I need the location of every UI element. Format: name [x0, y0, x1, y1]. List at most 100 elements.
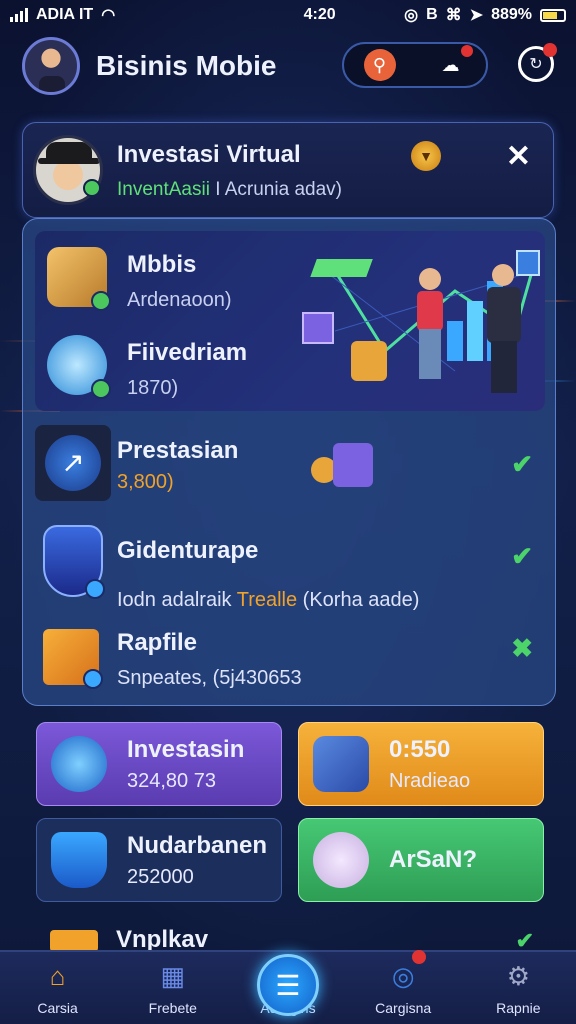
tile-title: 0:550	[389, 735, 451, 763]
battery-icon	[539, 8, 566, 22]
shield-icon	[43, 525, 105, 599]
nav-item-globe[interactable]: ◎ Cargisna	[348, 950, 458, 1016]
main-panel: Mbbis Ardenaoon) Fiivedriam 1870) ↗ Pres…	[22, 218, 556, 706]
close-button[interactable]: ✕	[506, 139, 531, 174]
nfc-icon: ⌘	[445, 7, 462, 24]
tile-text: ArSaN?	[389, 846, 477, 874]
dollar-icon	[51, 736, 107, 792]
app-header: Bisinis Mobie ⚲ ☁ ↻	[0, 30, 576, 102]
nav-label: Cargisna	[375, 1000, 432, 1016]
tile-value: Nradieao	[389, 769, 471, 792]
status-bar: ADIA IT ◠ 4:20 ◎ B ⌘ ➤ 889%	[0, 0, 576, 30]
briefcase-icon	[47, 247, 111, 311]
shield-check-icon	[51, 832, 107, 888]
hero-item-text: Mbbis Ardenaoon)	[107, 247, 232, 312]
list-item-title: Rapfile	[117, 629, 198, 656]
cloud-notification-icon[interactable]: ☁	[435, 45, 473, 81]
check-icon: ✔	[511, 541, 533, 571]
notification-badge	[460, 45, 473, 57]
check-icon: ✔	[511, 449, 533, 479]
badge-icon	[91, 379, 111, 399]
profile-subtitle-rest: I Acrunia adav)	[209, 179, 342, 200]
profile-card: Investasi Virtual InventAasii I Acrunia …	[22, 122, 554, 218]
app-title: Bisinis Mobie	[96, 50, 277, 81]
book-icon	[47, 335, 111, 399]
wifi-icon: ◠	[101, 7, 116, 24]
hero-item-value: Ardenaoon)	[127, 289, 232, 311]
badge-icon	[85, 579, 105, 599]
tile-text: 0:550 Nradieao	[389, 736, 470, 793]
header-actions: ⚲ ☁	[342, 42, 488, 88]
list-item[interactable]: ↗ Prestasian 3,800) ✔	[35, 425, 545, 515]
bottom-nav: ⌂ Carsia ▦ Frebete ☰ Adergins ◎ Cargisna…	[0, 950, 576, 1024]
home-icon: ⌂	[49, 960, 66, 991]
chip-icon	[333, 443, 373, 487]
location-icon: ➤	[469, 7, 484, 24]
list-icon: ☰	[256, 954, 319, 1016]
nav-label: Carsia	[37, 1000, 78, 1016]
list-item[interactable]: Gidenturape Iodn adalraik Trealle (Korha…	[35, 525, 545, 621]
list-item-title: Gidenturape	[117, 537, 259, 564]
battery-percent: 889%	[491, 6, 532, 23]
tile-text: Investasin 324,80 73	[127, 736, 244, 793]
tile-nudarbanen[interactable]: Nudarbanen 252000	[36, 818, 282, 902]
carrier-name: ADIA IT	[36, 6, 94, 23]
hero-item-value: 1870)	[127, 377, 179, 399]
cube-icon	[43, 629, 103, 689]
hero-banner: Mbbis Ardenaoon) Fiivedriam 1870)	[35, 231, 545, 411]
user-avatar[interactable]	[22, 37, 80, 95]
profile-title: Investasi Virtual	[117, 141, 301, 168]
tile-green[interactable]: ArSaN?	[298, 818, 544, 902]
bluetooth-icon: B	[426, 6, 438, 23]
tile-text: Nudarbanen 252000	[127, 832, 267, 889]
list-item[interactable]: Rapfile Snpeates, (5j430653 ✖	[35, 625, 545, 705]
calendar-icon: ▦	[160, 960, 186, 991]
profile-subtitle-highlight: InventAasii	[117, 179, 210, 200]
register-icon	[313, 736, 369, 792]
status-right: ◎ B ⌘ ➤ 889%	[404, 5, 566, 25]
profile-subtitle: InventAasii I Acrunia adav)	[117, 179, 342, 201]
piggy-bank-icon	[313, 832, 369, 888]
hero-item[interactable]: Fiivedriam 1870)	[47, 335, 247, 400]
nav-item-calendar[interactable]: ▦ Frebete	[118, 958, 228, 1017]
list-item-subtitle: 3,800)	[117, 471, 174, 493]
subtitle-tail: (Korha aade)	[297, 589, 420, 611]
tile-orange[interactable]: 0:550 Nradieao	[298, 722, 544, 806]
gear-icon: ⚙	[506, 960, 530, 991]
tile-value: 252000	[127, 865, 194, 888]
hero-item-text: Fiivedriam 1870)	[107, 335, 247, 400]
online-status-dot	[83, 179, 101, 197]
cross-icon: ✖	[511, 633, 533, 663]
subtitle-plain: Iodn adalraik	[117, 589, 237, 611]
hero-item[interactable]: Mbbis Ardenaoon)	[47, 247, 232, 312]
nav-label: Frebete	[148, 1000, 197, 1016]
list-item-subtitle: Snpeates, (5j430653	[117, 667, 302, 689]
tile-investasin[interactable]: Investasin 324,80 73	[36, 722, 282, 806]
nav-label: Rapnie	[496, 1000, 541, 1016]
status-time: 4:20	[303, 6, 336, 23]
trend-up-icon: ↗	[35, 425, 111, 501]
notification-badge	[412, 950, 427, 964]
nav-item-settings[interactable]: ⚙ Rapnie	[463, 958, 573, 1017]
nav-item-list[interactable]: ☰ Adergins	[233, 954, 343, 1016]
folder-icon	[50, 930, 98, 952]
list-item-subtitle: Iodn adalraik Trealle (Korha aade)	[117, 589, 419, 612]
badge-icon	[91, 291, 111, 311]
list-item-title: Prestasian	[117, 437, 239, 464]
hero-item-label: Fiivedriam	[127, 339, 248, 366]
tile-title: Investasin	[127, 735, 245, 763]
notification-badge	[543, 43, 557, 57]
hero-item-label: Mbbis	[127, 251, 197, 278]
tile-title: Nudarbanen	[127, 831, 268, 859]
nav-item-home[interactable]: ⌂ Carsia	[3, 958, 113, 1017]
refresh-icon[interactable]: ↻	[518, 43, 557, 82]
tile-value: 324,80 73	[127, 769, 216, 792]
subtitle-accent: Trealle	[236, 589, 298, 611]
tile-title: ArSaN?	[389, 846, 478, 873]
search-icon[interactable]: ⚲	[363, 49, 396, 81]
signal-icon	[10, 8, 28, 22]
coin-icon[interactable]: ▼	[411, 141, 441, 171]
badge-icon	[83, 669, 103, 689]
alarm-icon: ◎	[404, 7, 419, 24]
status-left: ADIA IT ◠	[10, 5, 115, 25]
